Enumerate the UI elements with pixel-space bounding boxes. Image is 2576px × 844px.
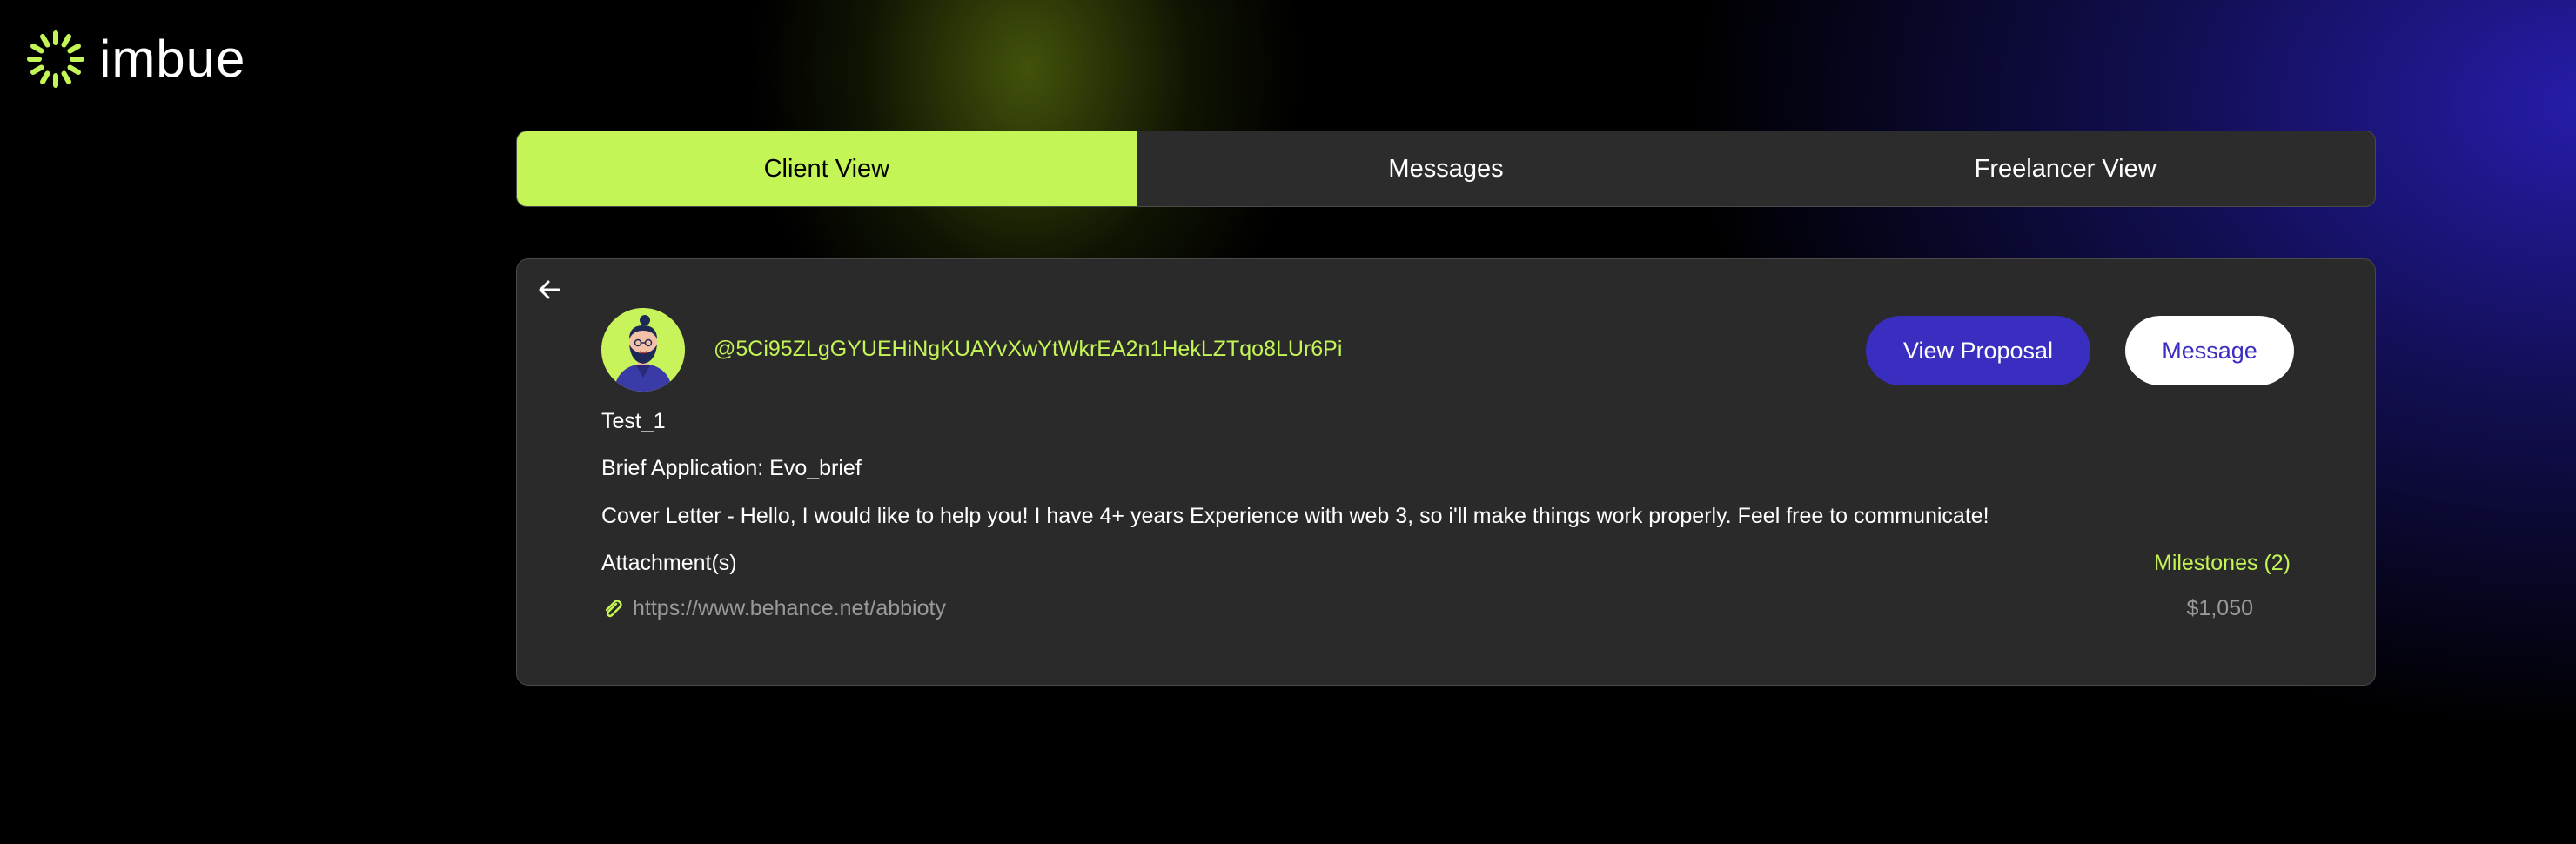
avatar [601, 308, 685, 392]
view-proposal-button[interactable]: View Proposal [1866, 316, 2090, 385]
total-amount: $1,050 [2186, 596, 2253, 620]
cover-letter: Cover Letter - Hello, I would like to he… [601, 504, 1989, 528]
attachments-heading: Attachment(s) [601, 551, 737, 575]
imbue-logo-icon [27, 30, 84, 88]
milestones-link[interactable]: Milestones (2) [2154, 551, 2291, 576]
view-tabs: Client View Messages Freelancer View [516, 131, 2376, 207]
tab-freelancer-view[interactable]: Freelancer View [1755, 131, 2375, 206]
proposal-title: Test_1 [601, 409, 666, 433]
brief-application: Brief Application: Evo_brief [601, 456, 862, 480]
paperclip-icon [605, 599, 622, 617]
arrow-left-icon[interactable] [533, 273, 566, 306]
bearded-man-avatar-icon [601, 308, 685, 392]
attachment-link[interactable]: https://www.behance.net/abbioty [601, 596, 946, 621]
brand-logo[interactable]: imbue [26, 26, 245, 92]
attachment-url: https://www.behance.net/abbioty [633, 596, 946, 620]
tab-client-view[interactable]: Client View [517, 131, 1137, 206]
brand-name: imbue [99, 30, 246, 88]
tab-messages[interactable]: Messages [1137, 131, 1756, 206]
proposal-card: @5Ci95ZLgGYUEHiNgKUAYvXwYtWkrEA2n1HekLZT… [516, 258, 2376, 686]
message-button[interactable]: Message [2125, 316, 2294, 385]
wallet-address: @5Ci95ZLgGYUEHiNgKUAYvXwYtWkrEA2n1HekLZT… [714, 337, 1343, 361]
